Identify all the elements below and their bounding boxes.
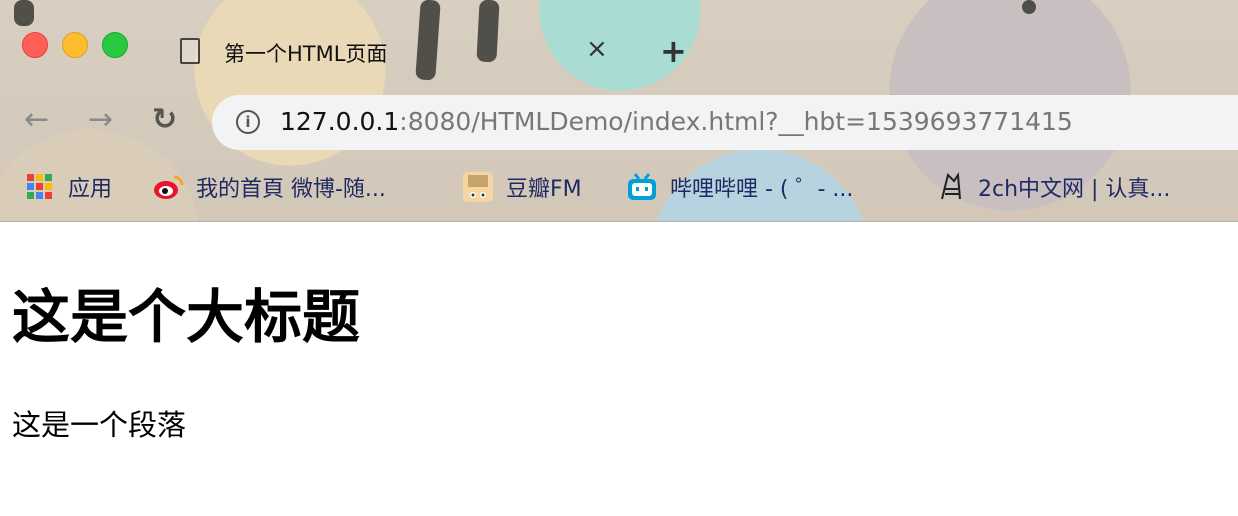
url-text[interactable]: 127.0.0.1:8080/HTMLDemo/index.html?__hbt… (280, 107, 1073, 136)
document-icon (180, 38, 200, 64)
close-window-button[interactable] (22, 32, 48, 58)
tab-title: 第一个HTML页面 (224, 42, 388, 66)
reload-button[interactable]: ↻ (152, 102, 177, 137)
address-bar[interactable]: i 127.0.0.1:8080/HTMLDemo/index.html?__h… (212, 95, 1238, 150)
bookmark-weibo[interactable]: 我的首頁 微博-随... (152, 171, 386, 203)
weibo-icon (152, 171, 184, 203)
minimize-window-button[interactable] (62, 32, 88, 58)
browser-tab[interactable]: 第一个HTML页面 × (166, 24, 622, 80)
browser-chrome: 第一个HTML页面 × + ← → ↻ i 127.0.0.1:8080/HTM… (0, 0, 1238, 222)
url-host: 127.0.0.1 (280, 107, 400, 136)
bookmark-apps[interactable]: 应用 (24, 171, 112, 203)
tab-close-icon[interactable]: × (586, 34, 608, 64)
2ch-icon (934, 171, 966, 203)
forward-button[interactable]: → (88, 102, 113, 137)
bilibili-icon (626, 171, 658, 203)
bookmark-2ch[interactable]: 2ch中文网 | 认真... (934, 171, 1170, 203)
bookmark-label: 应用 (68, 177, 113, 202)
url-path: :8080/HTMLDemo/index.html?__hbt=15396937… (399, 107, 1073, 136)
bookmark-label: 哔哩哔哩 - ( ゜- ... (670, 177, 854, 202)
page-paragraph: 这是一个段落 (12, 408, 187, 442)
page-content: 这是个大标题 这是一个段落 (0, 222, 1238, 516)
background-stroke (1022, 0, 1036, 14)
bookmark-label: 我的首頁 微博-随... (196, 177, 386, 202)
back-button[interactable]: ← (24, 102, 49, 137)
site-info-icon[interactable]: i (236, 110, 260, 134)
bookmark-label: 豆瓣FM (506, 177, 582, 202)
bookmark-douban-fm[interactable]: 豆瓣FM (462, 171, 582, 203)
douban-fm-icon (462, 171, 494, 203)
maximize-window-button[interactable] (102, 32, 128, 58)
bookmarks-bar: 应用 我的首頁 微博-随... 豆瓣FM 哔哩哔哩 - ( ゜- ... 2ch… (0, 162, 1238, 212)
page-heading: 这是个大标题 (12, 283, 361, 351)
bookmark-bilibili[interactable]: 哔哩哔哩 - ( ゜- ... (626, 171, 853, 203)
new-tab-button[interactable]: + (660, 32, 687, 70)
background-stroke (14, 0, 34, 26)
bookmark-label: 2ch中文网 | 认真... (978, 177, 1171, 202)
apps-grid-icon (24, 171, 56, 203)
